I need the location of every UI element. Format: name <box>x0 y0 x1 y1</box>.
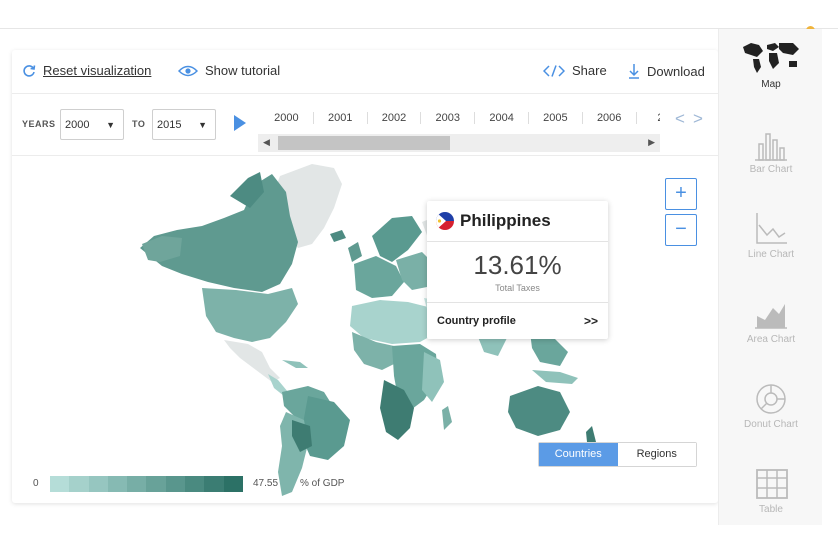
year-strip: 200020012002200320042005200620 <box>260 108 660 126</box>
share-button[interactable]: Share <box>543 63 607 78</box>
sidebar-item-map[interactable]: Map <box>719 29 823 114</box>
mexico-region <box>224 340 280 382</box>
year-item[interactable]: 2005 <box>529 112 583 124</box>
canada-region <box>140 174 298 292</box>
madagascar <box>442 406 452 430</box>
legend-max: 47.55 <box>253 478 279 489</box>
double-chevron-right-icon: >> <box>583 314 598 328</box>
year-item[interactable]: 2006 <box>583 112 637 124</box>
sidebar-item-label: Table <box>759 504 783 515</box>
zoom-out-button[interactable]: − <box>665 214 697 246</box>
area-chart-icon <box>755 304 787 329</box>
sidebar-item-label: Bar Chart <box>749 164 793 175</box>
sidebar-item-label: Map <box>761 79 781 90</box>
legend-swatch <box>50 476 70 492</box>
sidebar-item-area-chart[interactable]: Area Chart <box>719 284 823 369</box>
uk-ireland <box>348 242 362 262</box>
refresh-icon <box>23 64 36 77</box>
chevron-right-icon[interactable]: > <box>693 110 703 127</box>
eye-icon <box>178 65 198 76</box>
reset-label: Reset visualization <box>43 63 152 78</box>
scrollbar-thumb[interactable] <box>278 136 450 150</box>
scroll-left-icon[interactable]: ◀ <box>263 137 270 148</box>
indonesia <box>532 370 578 384</box>
legend-swatch <box>69 476 89 492</box>
legend-swatch <box>165 476 186 492</box>
countries-toggle-button[interactable]: Countries <box>539 443 618 466</box>
scroll-right-icon[interactable]: ▶ <box>648 137 655 148</box>
country-profile-link[interactable]: Country profile >> <box>427 302 608 339</box>
year-item[interactable]: 2001 <box>314 112 368 124</box>
sidebar-item-label: Line Chart <box>747 249 795 260</box>
philippines-flag-icon <box>436 212 454 230</box>
play-icon[interactable] <box>234 115 246 131</box>
toolbar: Reset visualization Show tutorial Share … <box>12 50 718 94</box>
from-year-select[interactable]: 2000 ▼ <box>60 109 124 140</box>
show-tutorial-button[interactable]: Show tutorial <box>178 63 280 78</box>
from-year-value: 2000 <box>65 119 90 131</box>
regions-toggle-button[interactable]: Regions <box>617 443 696 466</box>
timeline-controls: YEARS 2000 ▼ TO 2015 ▼ 2000 2001 2002 2003 2… <box>12 94 718 156</box>
chevron-down-icon: ▼ <box>198 120 207 130</box>
donut-chart-icon <box>756 384 786 414</box>
legend-color-scale <box>50 476 243 492</box>
bar-chart-icon <box>755 133 787 161</box>
legend-swatch <box>223 476 243 492</box>
view-toggle: Countries Regions <box>538 442 697 467</box>
year-item[interactable]: 2000 <box>260 112 314 124</box>
years-label: YEARS <box>22 119 56 129</box>
map-area[interactable]: + − Philippines 13.61% Total Taxes Count… <box>12 156 718 503</box>
sidebar-item-label: Area Chart <box>746 334 796 345</box>
chevron-left-icon[interactable]: < <box>675 110 685 127</box>
caribbean <box>282 360 308 368</box>
tooltip-metric: Total Taxes <box>495 283 540 293</box>
year-item[interactable]: 2004 <box>475 112 529 124</box>
tooltip-value: 13.61% <box>473 250 562 280</box>
tooltip-header: Philippines <box>427 201 608 242</box>
legend-swatch <box>107 476 128 492</box>
reset-visualization-button[interactable]: Reset visualization <box>22 63 151 78</box>
western-europe <box>354 256 404 298</box>
legend-swatch <box>146 476 166 492</box>
to-label: TO <box>132 119 146 129</box>
sidebar-item-label: Donut Chart <box>744 419 798 430</box>
year-item[interactable]: 2003 <box>421 112 476 124</box>
top-bar <box>0 0 838 29</box>
tutorial-label: Show tutorial <box>205 63 281 78</box>
usa-region <box>202 288 298 342</box>
download-button[interactable]: Download <box>628 63 705 79</box>
legend-min: 0 <box>33 478 39 489</box>
legend-swatch <box>185 476 205 492</box>
world-map-icon <box>743 43 799 73</box>
visualization-panel: Reset visualization Show tutorial Share … <box>12 50 718 503</box>
legend-swatch <box>127 476 147 492</box>
sidebar-item-donut-chart[interactable]: Donut Chart <box>719 369 823 454</box>
code-icon <box>543 64 565 77</box>
year-item[interactable]: 20 <box>637 112 660 124</box>
legend-swatch <box>204 476 224 492</box>
iceland <box>330 230 346 242</box>
year-item[interactable]: 2002 <box>368 112 422 124</box>
country-profile-label: Country profile <box>437 315 516 327</box>
to-year-select[interactable]: 2015 ▼ <box>152 109 216 140</box>
legend-unit: % of GDP <box>300 478 345 489</box>
sidebar-item-bar-chart[interactable]: Bar Chart <box>719 114 823 199</box>
line-chart-icon <box>756 213 787 244</box>
chart-type-sidebar: Map Bar Chart Line Chart Area Chart Donu… <box>718 29 822 525</box>
zoom-in-button[interactable]: + <box>665 178 697 210</box>
tooltip-country-name: Philippines <box>460 211 551 230</box>
australia-region <box>508 386 570 436</box>
sidebar-item-table[interactable]: Table <box>719 454 823 539</box>
table-icon <box>756 469 788 499</box>
country-tooltip: Philippines 13.61% Total Taxes Country p… <box>427 201 608 339</box>
download-label: Download <box>647 63 705 79</box>
legend-swatch <box>88 476 108 492</box>
download-icon <box>629 64 639 79</box>
sidebar-item-line-chart[interactable]: Line Chart <box>719 199 823 284</box>
chevron-down-icon: ▼ <box>106 120 115 130</box>
share-label: Share <box>572 63 607 78</box>
year-scrollbar[interactable]: ◀ ▶ <box>258 134 660 152</box>
to-year-value: 2015 <box>157 119 182 131</box>
